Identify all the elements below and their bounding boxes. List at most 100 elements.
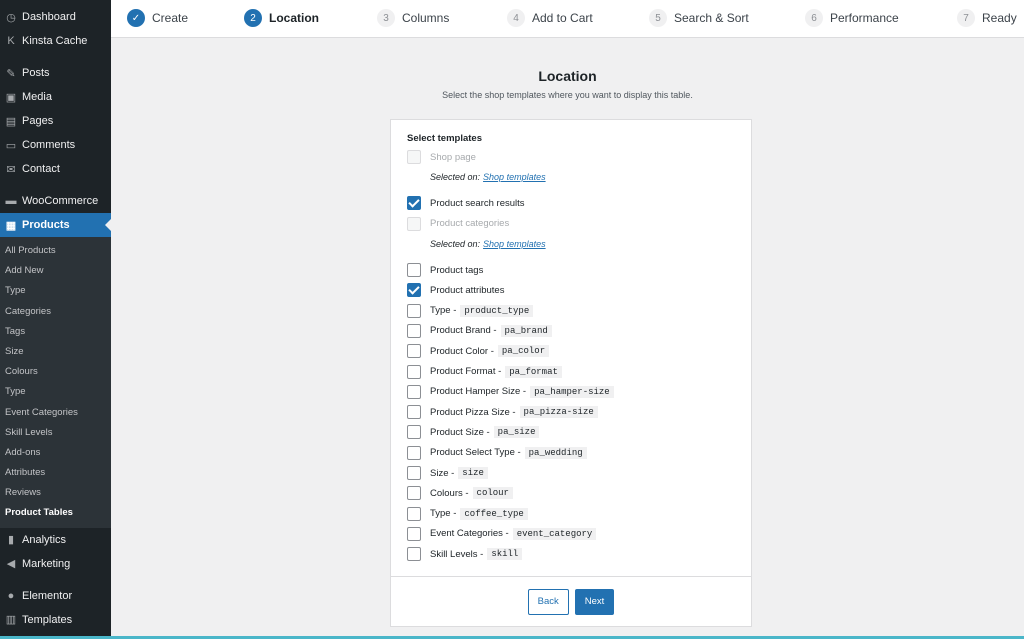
sidebar-item-posts[interactable]: ✎ Posts	[0, 61, 111, 85]
submenu-item-colours[interactable]: Colours	[0, 362, 111, 382]
template-option-size[interactable]: Size - size	[407, 463, 751, 483]
checkbox[interactable]	[407, 303, 421, 318]
taxonomy-slug: pa_hamper-size	[530, 385, 614, 398]
template-option-colours[interactable]: Colours - colour	[407, 483, 751, 503]
checkbox[interactable]	[407, 323, 421, 338]
mail-icon: ✉	[6, 163, 16, 176]
sidebar-item-label: Templates	[22, 613, 73, 626]
sidebar-item-label: Kinsta Cache	[22, 35, 88, 47]
checkbox[interactable]	[407, 263, 421, 278]
checkbox[interactable]	[407, 425, 421, 440]
sidebar-item-comments[interactable]: ▭ Comments	[0, 133, 111, 157]
option-label: Product Hamper Size -	[430, 386, 527, 398]
checkbox[interactable]	[407, 506, 421, 521]
submenu-item-type[interactable]: Type	[0, 382, 111, 402]
submenu-item-size[interactable]: Size	[0, 342, 111, 362]
template-option-product-search-results[interactable]: Product search results	[407, 193, 751, 213]
templates-list: Shop page Selected on: Shop templates Produ…	[407, 147, 751, 564]
submenu-item-reviews[interactable]: Reviews	[0, 483, 111, 503]
step-label: Performance	[830, 11, 899, 25]
woocommerce-icon: ▬	[5, 195, 17, 207]
next-button[interactable]: Next	[574, 588, 615, 615]
submenu-item-skill-levels[interactable]: Skill Levels	[0, 423, 111, 443]
checkbox[interactable]	[407, 405, 421, 420]
sidebar-item-media[interactable]: ▣ Media	[0, 85, 111, 109]
checkbox[interactable]	[407, 486, 421, 501]
wizard-step-5[interactable]: 5 Search & Sort	[649, 9, 749, 27]
option-label: Product Color -	[430, 345, 494, 357]
checkbox-checked[interactable]	[407, 283, 421, 298]
submenu-item-product-tables[interactable]: Product Tables	[0, 503, 111, 523]
shop-templates-link[interactable]: Shop templates	[483, 172, 546, 182]
option-label: Product Brand -	[430, 325, 497, 337]
submenu-item-attributes[interactable]: Attributes	[0, 463, 111, 483]
option-label: Type -	[430, 305, 457, 317]
submenu-item-event-categories[interactable]: Event Categories	[0, 403, 111, 423]
template-option-product-size[interactable]: Product Size - pa_size	[407, 422, 751, 442]
checkbox-checked[interactable]	[407, 196, 421, 211]
template-option-product-pizza-size[interactable]: Product Pizza Size - pa_pizza-size	[407, 402, 751, 422]
taxonomy-slug: size	[458, 467, 488, 479]
submenu-item-add-new[interactable]: Add New	[0, 261, 111, 281]
submenu-item-all-products[interactable]: All Products	[0, 241, 111, 261]
sidebar-item-analytics[interactable]: ▮ Analytics	[0, 528, 111, 552]
selected-on-note: Selected on: Shop templates	[407, 234, 751, 254]
sidebar-item-marketing[interactable]: ◀ Marketing	[0, 552, 111, 576]
admin-sidebar: ◷ Dashboard K Kinsta Cache ✎ Posts ▣ Media ▤ Page…	[0, 0, 111, 639]
wizard-step-2[interactable]: 2 Location	[244, 9, 319, 27]
template-option-product-attributes[interactable]: Product attributes	[407, 280, 751, 300]
taxonomy-slug: event_category	[512, 527, 597, 540]
wizard-step-7[interactable]: 7 Ready	[957, 9, 1017, 27]
submenu-item-type[interactable]: Type	[0, 281, 111, 301]
template-option-product-brand[interactable]: Product Brand - pa_brand	[407, 321, 751, 341]
checkbox[interactable]	[407, 526, 421, 541]
taxonomy-slug: pa_format	[505, 365, 562, 378]
checkbox[interactable]	[407, 384, 421, 399]
sidebar-item-contact[interactable]: ✉ Contact	[0, 157, 111, 181]
template-option-skill-levels[interactable]: Skill Levels - skill	[407, 544, 751, 564]
template-option-product-hamper-size[interactable]: Product Hamper Size - pa_hamper-size	[407, 382, 751, 402]
template-option-type[interactable]: Type - coffee_type	[407, 503, 751, 523]
shop-templates-link[interactable]: Shop templates	[483, 239, 546, 249]
sidebar-item-elementor[interactable]: ● Elementor	[0, 584, 111, 608]
back-button[interactable]: Back	[527, 588, 569, 615]
option-label: Skill Levels -	[430, 548, 484, 560]
sidebar-item-templates[interactable]: ▥ Templates	[0, 608, 111, 632]
submenu-item-add-ons[interactable]: Add-ons	[0, 443, 111, 463]
submenu-item-categories[interactable]: Categories	[0, 302, 111, 322]
submenu-item-tags[interactable]: Tags	[0, 322, 111, 342]
template-option-type[interactable]: Type - product_type	[407, 300, 751, 320]
checkbox[interactable]	[407, 547, 421, 562]
checkbox[interactable]	[407, 344, 421, 359]
wizard-step-4[interactable]: 4 Add to Cart	[507, 9, 593, 27]
step-number: 3	[377, 9, 395, 27]
template-option-product-tags[interactable]: Product tags	[407, 260, 751, 280]
step-label: Search & Sort	[674, 11, 749, 25]
template-option-event-categories[interactable]: Event Categories - event_category	[407, 524, 751, 544]
sidebar-item-products[interactable]: ▦ Products	[0, 213, 111, 237]
checkbox[interactable]	[407, 364, 421, 379]
template-option-product-color[interactable]: Product Color - pa_color	[407, 341, 751, 361]
card-footer: Back Next	[391, 576, 751, 626]
sidebar-item-pages[interactable]: ▤ Pages	[0, 109, 111, 133]
template-option-product-format[interactable]: Product Format - pa_format	[407, 361, 751, 381]
sidebar-item-label: Elementor	[22, 589, 73, 602]
checkbox[interactable]	[407, 466, 421, 480]
sidebar-item-woocommerce[interactable]: ▬ WooCommerce	[0, 189, 111, 213]
option-label: Size -	[430, 467, 455, 479]
wizard-step-1[interactable]: ✓ Create	[127, 9, 188, 27]
sidebar-item-label: Contact	[22, 163, 60, 175]
wizard-step-6[interactable]: 6 Performance	[805, 9, 899, 27]
wizard-step-3[interactable]: 3 Columns	[377, 9, 449, 27]
sidebar-item-dashboard[interactable]: ◷ Dashboard	[0, 5, 111, 29]
option-label: Product search results	[430, 197, 525, 209]
template-option-product-select-type[interactable]: Product Select Type - pa_wedding	[407, 443, 751, 463]
checkbox[interactable]	[407, 445, 421, 460]
taxonomy-slug: pa_size	[493, 426, 540, 439]
selected-on-note: Selected on: Shop templates	[407, 167, 751, 187]
step-label: Columns	[402, 11, 450, 25]
page-subtitle: Select the shop templates where you want…	[442, 90, 693, 100]
taxonomy-slug: pa_brand	[500, 324, 552, 337]
sidebar-item-label: Comments	[22, 139, 76, 151]
sidebar-item-kinsta-cache[interactable]: K Kinsta Cache	[0, 29, 111, 53]
